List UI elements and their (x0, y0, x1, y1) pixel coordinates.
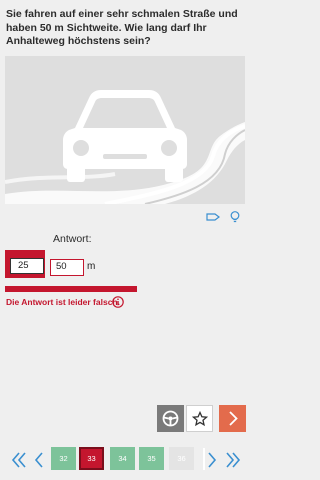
page-34[interactable]: 34 (110, 447, 135, 470)
info-icon[interactable] (112, 295, 124, 308)
favorite-button[interactable] (186, 405, 213, 432)
question-image (5, 56, 245, 204)
feedback-message: Die Antwort ist leider falsch. (6, 297, 120, 307)
previous-page-icon[interactable] (33, 450, 51, 470)
answer-input[interactable]: 50 (50, 259, 84, 276)
next-question-button[interactable] (219, 405, 246, 432)
lightbulb-icon[interactable] (228, 210, 242, 224)
last-page-icon[interactable] (224, 450, 242, 470)
page-33-current[interactable]: 33 (79, 447, 104, 470)
steering-wheel-button[interactable] (157, 405, 184, 432)
chevron-right-icon (228, 411, 238, 426)
page-36[interactable]: 36 (169, 447, 194, 470)
road-sign-icon[interactable] (206, 210, 220, 224)
page-35[interactable]: 35 (139, 447, 164, 470)
steering-wheel-icon (162, 410, 179, 427)
question-text: Sie fahren auf einer sehr schmalen Straß… (6, 8, 238, 47)
page-32[interactable]: 32 (51, 447, 76, 470)
tool-icons (206, 210, 246, 224)
pager-divider (203, 448, 205, 470)
wrong-answer-bar (5, 286, 137, 292)
star-icon (191, 411, 208, 427)
car-on-winding-road-illustration (5, 56, 245, 204)
correct-answer-field: 25 (10, 258, 44, 274)
first-page-icon[interactable] (10, 450, 28, 470)
next-page-icon[interactable] (206, 450, 224, 470)
answer-label: Antwort: (53, 233, 92, 245)
answer-unit: m (87, 261, 96, 272)
question-pager: 32 33 34 35 36 (0, 440, 250, 480)
